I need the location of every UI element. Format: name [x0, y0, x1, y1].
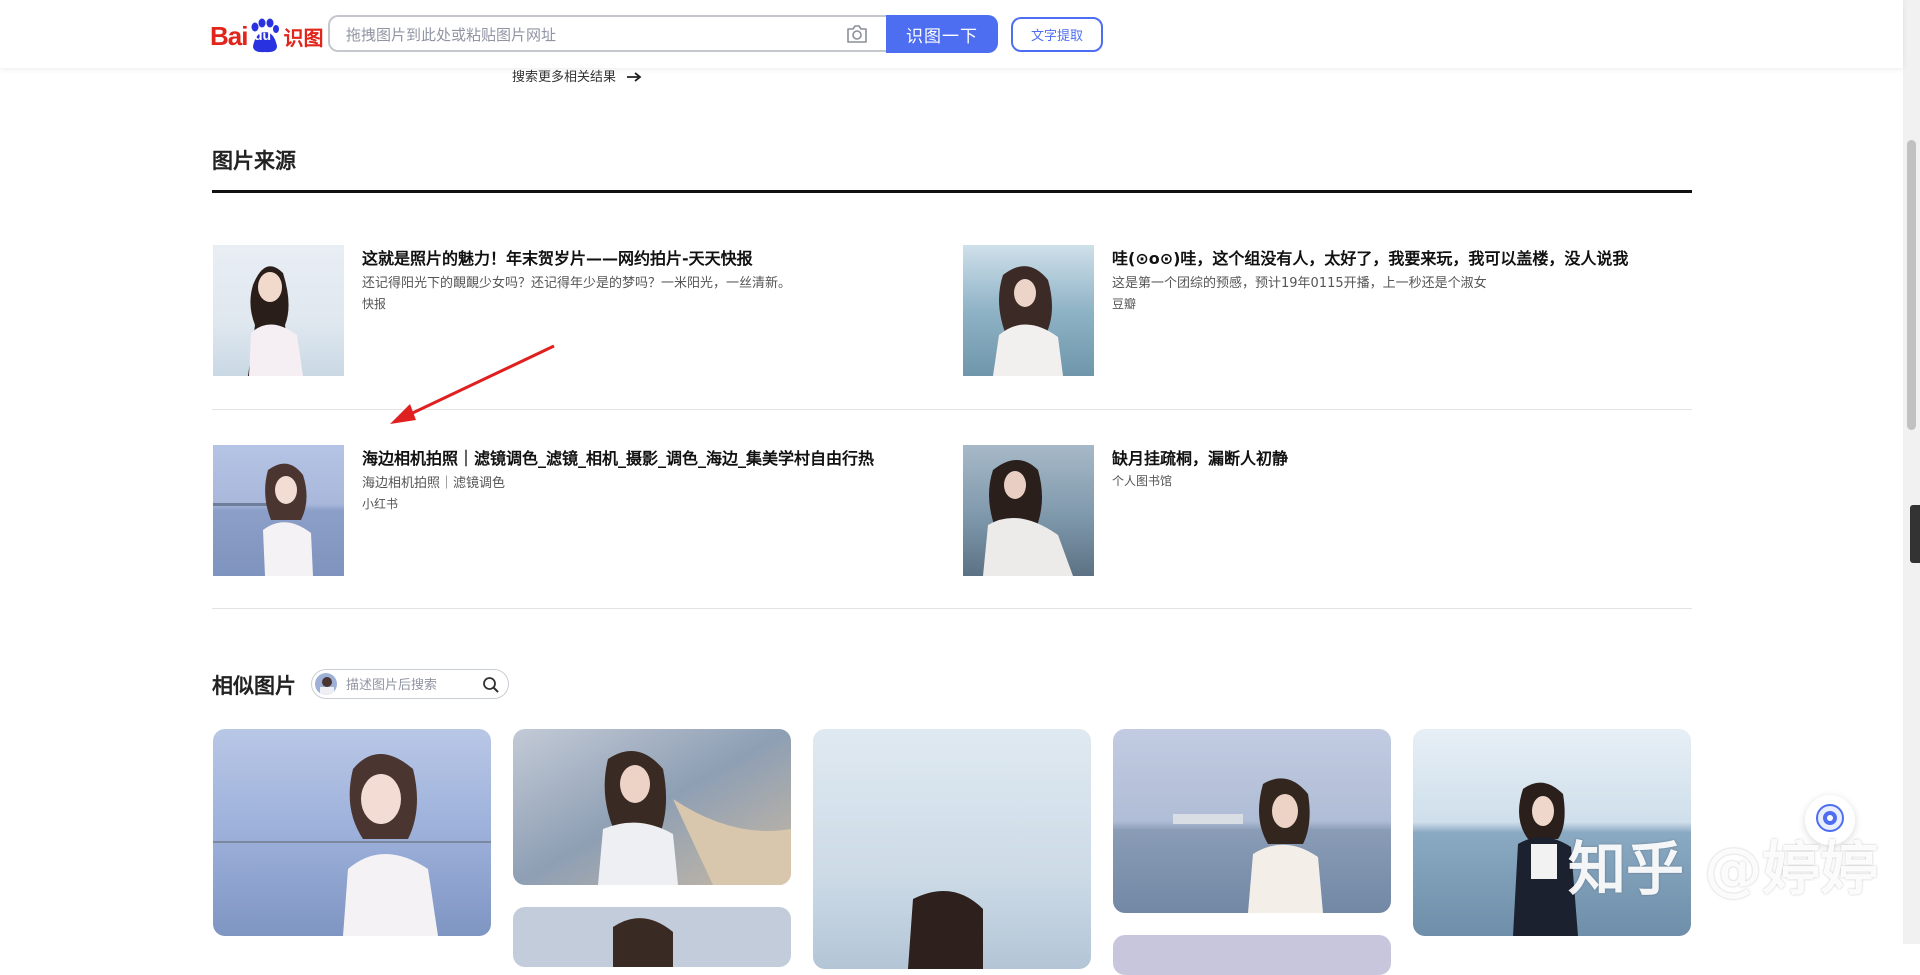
source-description: 还记得阳光下的靦靦少女吗？还记得年少是的梦吗？一米阳光，一丝清新。: [362, 276, 792, 291]
source-site: 豆瓣: [1112, 297, 1137, 311]
search-image-button[interactable]: 识图一下: [886, 15, 998, 53]
camera-icon[interactable]: [846, 24, 868, 44]
source-thumbnail[interactable]: [963, 245, 1094, 376]
sources-section-title: 图片来源: [212, 149, 296, 173]
query-image-avatar: [315, 673, 337, 695]
source-title-link[interactable]: 海边相机拍照｜滤镜调色_滤镜_相机_摄影_调色_海边_集美学村自由行热: [362, 445, 874, 469]
source-item[interactable]: 哇(⊙o⊙)哇，这个组没有人，太好了，我要来玩，我可以盖楼，没人说我 这是第一个…: [963, 245, 1703, 377]
source-site: 小红书: [362, 497, 399, 511]
logo-shitu-text: 识图: [283, 25, 324, 50]
text-extract-button[interactable]: 文字提取: [1011, 17, 1103, 52]
more-results-link[interactable]: 搜索更多相关结果: [512, 66, 642, 85]
describe-image-input[interactable]: [344, 672, 478, 698]
similar-image[interactable]: [1113, 935, 1391, 975]
similar-image[interactable]: [813, 729, 1091, 969]
image-search-box[interactable]: [328, 15, 886, 52]
source-title-link[interactable]: 哇(⊙o⊙)哇，这个组没有人，太好了，我要来玩，我可以盖楼，没人说我: [1112, 245, 1628, 269]
baidu-shitu-logo[interactable]: Bai du 识图: [210, 16, 323, 56]
search-icon[interactable]: [482, 676, 500, 694]
section-divider: [212, 190, 1692, 193]
similar-search-box[interactable]: [311, 669, 509, 699]
similar-section-title: 相似图片: [212, 674, 296, 698]
similar-image[interactable]: [1113, 729, 1391, 913]
scrollbar-thumb[interactable]: [1907, 140, 1916, 430]
more-results-label: 搜索更多相关结果: [512, 70, 617, 85]
source-thumbnail[interactable]: [963, 445, 1094, 576]
source-item[interactable]: 海边相机拍照｜滤镜调色_滤镜_相机_摄影_调色_海边_集美学村自由行热 海边相机…: [213, 445, 953, 577]
top-header: Bai du 识图 识图一下 文字提取: [0, 0, 1903, 68]
source-description: 海边相机拍照｜滤镜调色: [362, 476, 506, 491]
source-thumbnail[interactable]: [213, 445, 344, 576]
source-title-link[interactable]: 缺月挂疏桐，漏断人初静: [1112, 445, 1288, 469]
source-description: 这是第一个团综的预感，预计19年0115开播，上一秒还是个淑女: [1112, 276, 1487, 291]
similar-image[interactable]: [213, 729, 491, 936]
source-thumbnail[interactable]: [213, 245, 344, 376]
source-title-link[interactable]: 这就是照片的魅力！年末贺岁片——网约拍片-天天快报: [362, 245, 753, 269]
similar-image[interactable]: [513, 729, 791, 885]
logo-du-text: du: [254, 27, 272, 43]
source-item[interactable]: 这就是照片的魅力！年末贺岁片——网约拍片-天天快报 还记得阳光下的靦靦少女吗？还…: [213, 245, 953, 377]
side-handle[interactable]: [1910, 505, 1920, 563]
row-divider: [212, 608, 1692, 609]
source-site: 快报: [362, 297, 387, 311]
source-item[interactable]: 缺月挂疏桐，漏断人初静 个人图书馆: [963, 445, 1703, 577]
image-url-input[interactable]: [344, 17, 818, 52]
logo-bai-text: Bai: [210, 20, 248, 51]
arrow-right-icon: [626, 71, 642, 82]
source-site: 个人图书馆: [1112, 474, 1173, 488]
row-divider: [212, 409, 1692, 410]
zhihu-watermark: 知乎 @婷婷: [1568, 835, 1879, 903]
similar-image[interactable]: [513, 907, 791, 967]
